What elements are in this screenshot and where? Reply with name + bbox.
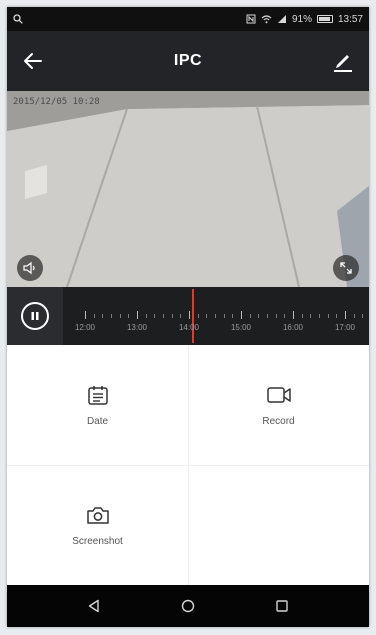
empty-grid-cell	[188, 465, 369, 585]
date-button[interactable]: Date	[7, 345, 188, 465]
timeline-tick	[197, 314, 199, 318]
timeline-tick	[327, 314, 329, 318]
page-title: IPC	[173, 52, 203, 69]
camera-video-feed[interactable]: 2015/12/05 10:28	[7, 91, 369, 287]
timeline-tick	[206, 314, 208, 318]
system-nav-bar	[7, 585, 369, 627]
timeline-tick	[215, 314, 216, 318]
timeline-hour-label: 15:00	[230, 323, 252, 332]
timeline-hour-label: 14:00	[178, 323, 200, 332]
phone-frame: 91% 13:57 IPC 2015/12/05 10:28 12:00 13:…	[7, 7, 369, 627]
square-recents-icon	[276, 600, 288, 612]
battery-icon	[316, 15, 333, 23]
video-camera-icon	[266, 386, 291, 403]
action-grid: Date Record Screenshot	[7, 345, 369, 585]
timeline-tick	[284, 314, 286, 318]
pause-button[interactable]	[21, 302, 49, 330]
timeline-tick	[336, 314, 338, 318]
clock-time: 13:57	[337, 13, 363, 25]
timeline-tick	[189, 311, 190, 319]
nfc-icon	[246, 14, 256, 24]
wifi-icon	[261, 15, 272, 24]
timeline-cursor[interactable]	[192, 289, 194, 343]
record-button[interactable]: Record	[188, 345, 369, 465]
fullscreen-button[interactable]	[333, 255, 359, 281]
timeline-hour-label: 13:00	[126, 323, 148, 332]
expand-icon	[340, 262, 352, 274]
timeline-tick	[180, 314, 182, 318]
timeline-tick	[137, 311, 138, 319]
timeline-tick	[319, 314, 320, 318]
search-icon	[13, 14, 23, 24]
camera-icon	[86, 506, 109, 524]
timeline-tick	[249, 314, 251, 318]
timeline-tick	[232, 314, 234, 318]
calendar-icon	[87, 385, 108, 405]
timeline-tick	[154, 314, 156, 318]
timeline-hour-label: 12:00	[74, 323, 96, 332]
timeline-tick	[119, 314, 121, 318]
timeline-tick	[258, 314, 260, 318]
timeline-tick	[301, 314, 303, 318]
timeline-track[interactable]: 12:00 13:00 14:00 15:00 16:00 17:00	[63, 287, 369, 345]
mute-button[interactable]	[17, 255, 43, 281]
timeline-tick	[362, 314, 364, 318]
room-ceiling-image	[7, 91, 369, 287]
timeline-tick	[85, 311, 86, 319]
timeline-tick	[241, 311, 242, 319]
pause-icon	[31, 312, 39, 320]
timeline-tick	[310, 314, 312, 318]
timeline-tick	[93, 314, 95, 318]
timeline-tick	[102, 314, 104, 318]
back-button[interactable]	[21, 49, 45, 73]
nav-back-button[interactable]	[74, 591, 114, 621]
screenshot-label: Screenshot	[72, 535, 123, 547]
timeline-tick	[111, 314, 112, 318]
timeline-hour-label: 16:00	[282, 323, 304, 332]
pencil-icon	[334, 55, 352, 72]
playback-timeline[interactable]: 12:00 13:00 14:00 15:00 16:00 17:00	[7, 287, 369, 345]
status-bar: 91% 13:57	[7, 7, 369, 31]
nav-home-button[interactable]	[168, 591, 208, 621]
timeline-tick	[171, 314, 173, 318]
video-osd-timestamp: 2015/12/05 10:28	[13, 97, 100, 107]
date-label: Date	[86, 415, 109, 427]
timeline-tick	[275, 314, 277, 318]
timeline-tick	[128, 314, 130, 318]
triangle-back-icon	[88, 599, 99, 613]
pause-button-area	[7, 287, 63, 345]
timeline-tick	[145, 314, 147, 318]
timeline-tick	[353, 314, 355, 318]
speaker-icon	[23, 261, 35, 275]
edit-button[interactable]	[331, 49, 355, 73]
nav-recents-button[interactable]	[262, 591, 302, 621]
record-label: Record	[262, 415, 295, 427]
timeline-tick	[163, 314, 164, 318]
circle-home-icon	[181, 599, 195, 613]
timeline-tick	[293, 311, 294, 319]
battery-percent: 91%	[291, 13, 312, 25]
timeline-tick	[345, 311, 346, 319]
timeline-tick	[267, 314, 268, 318]
signal-icon	[277, 15, 286, 23]
timeline-tick	[223, 314, 225, 318]
arrow-left-icon	[24, 53, 42, 69]
screenshot-button[interactable]: Screenshot	[7, 465, 188, 585]
timeline-hour-label: 17:00	[334, 323, 356, 332]
app-header: IPC	[7, 31, 369, 91]
